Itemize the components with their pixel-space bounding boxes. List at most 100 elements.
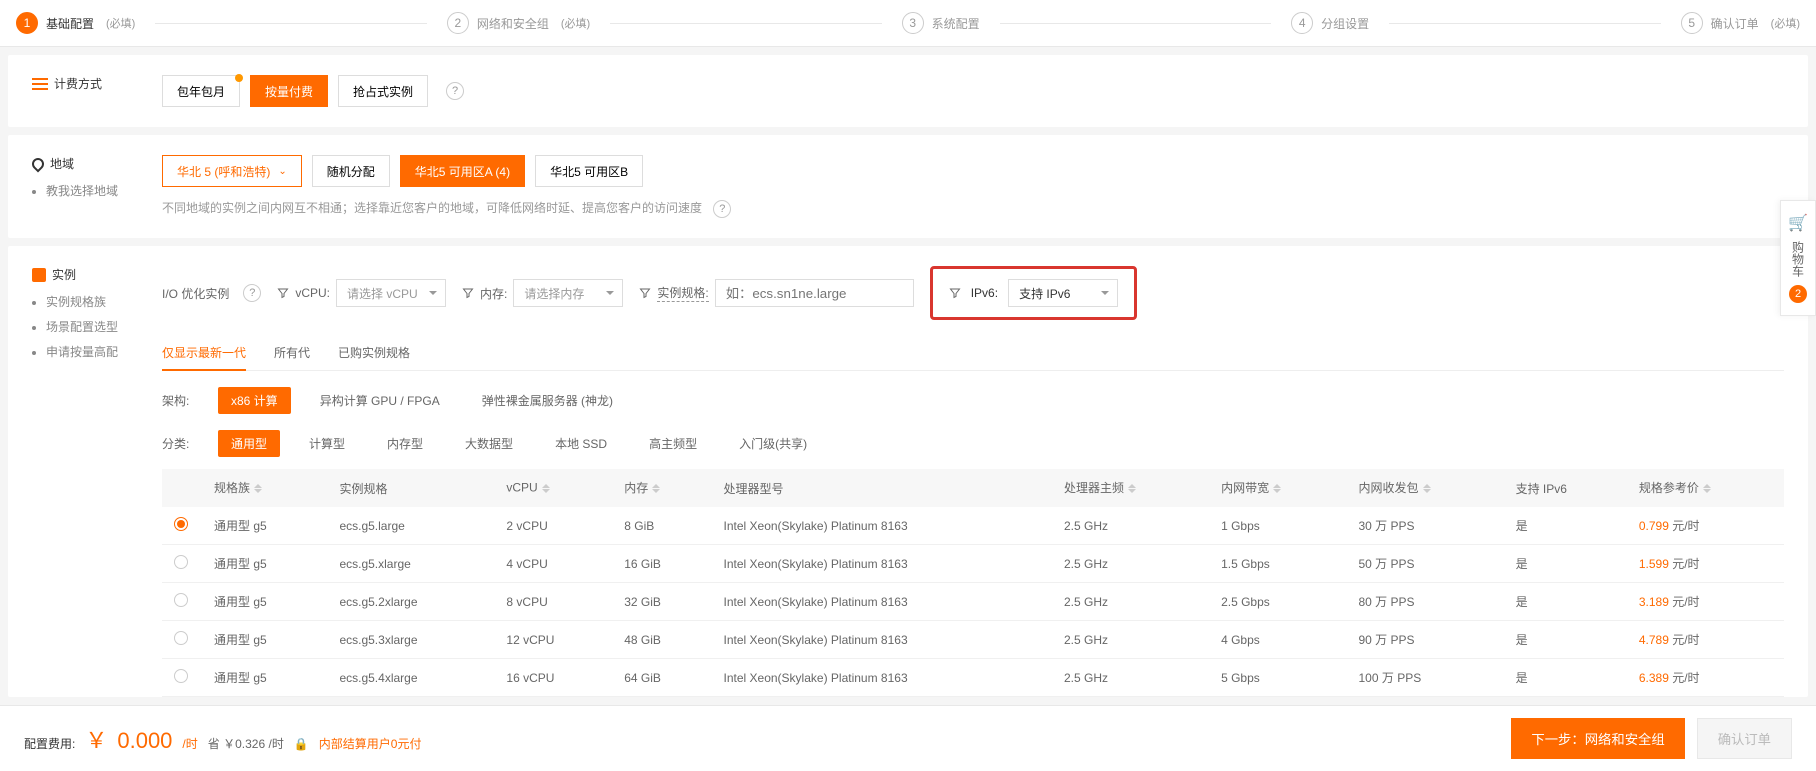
cat-memory[interactable]: 内存型 [374,430,436,457]
table-row[interactable]: 通用型 g5ecs.g5.3xlarge12 vCPU48 GiBIntel X… [162,621,1784,659]
cell-cpu-model: Intel Xeon(Skylake) Platinum 8163 [712,507,1052,545]
billing-option-spot[interactable]: 抢占式实例 [338,75,428,107]
cat-highfreq[interactable]: 高主频型 [636,430,710,457]
table-row[interactable]: 通用型 g5ecs.g5.xlarge4 vCPU16 GiBIntel Xeo… [162,545,1784,583]
cost-price: 0.000 [117,728,172,754]
region-card: 地域 教我选择地域 华北 5 (呼和浩特) ⌄ 随机分配 华北5 可用区A (4… [8,135,1808,238]
region-title: 地域 [32,155,142,172]
th-price[interactable]: 规格参考价 [1627,469,1784,507]
spec-filter-label: 实例规格: [657,284,708,302]
cost-label: 配置费用: [24,735,75,752]
wizard-step-2[interactable]: 2 网络和安全组 (必填) [447,12,590,34]
billing-option-payg[interactable]: 按量付费 [250,75,328,107]
step-label: 分组设置 [1321,15,1369,32]
arch-baremetal[interactable]: 弹性裸金属服务器 (神龙) [469,387,626,414]
instance-link-quota[interactable]: 申请按量高配 [46,343,142,360]
wizard-step-4[interactable]: 4 分组设置 [1291,12,1369,34]
table-row[interactable]: 通用型 g5ecs.g5.4xlarge16 vCPU64 GiBIntel X… [162,659,1784,697]
sort-icon [254,480,262,497]
internal-settlement-link[interactable]: 内部结算用户0元付 [319,735,422,752]
memory-filter-label: 内存: [480,285,507,302]
cell-family: 通用型 g5 [202,583,327,621]
sort-icon [1273,480,1281,497]
step-required: (必填) [1771,15,1800,31]
cell-ipv6: 是 [1504,583,1627,621]
cell-cpu-model: Intel Xeon(Skylake) Platinum 8163 [712,583,1052,621]
instance-card: 实例 实例规格族 场景配置选型 申请按量高配 I/O 优化实例 ? vCPU: … [8,246,1808,697]
th-cpu-freq[interactable]: 处理器主频 [1052,469,1209,507]
region-dropdown[interactable]: 华北 5 (呼和浩特) ⌄ [162,155,302,187]
cat-compute[interactable]: 计算型 [296,430,358,457]
cost-unit: /时 [182,735,197,752]
cell-mem: 16 GiB [612,545,711,583]
arch-gpu[interactable]: 异构计算 GPU / FPGA [307,387,453,414]
cat-localssd[interactable]: 本地 SSD [542,430,620,457]
instance-link-family[interactable]: 实例规格族 [46,293,142,310]
wizard-step-5[interactable]: 5 确认订单 (必填) [1681,12,1800,34]
help-icon[interactable]: ? [713,200,731,218]
step-number: 3 [902,12,924,34]
cart-panel[interactable]: 🛒 购物车 2 [1780,200,1816,316]
cell-bandwidth: 1 Gbps [1209,507,1346,545]
cell-bandwidth: 2.5 Gbps [1209,583,1346,621]
table-row[interactable]: 通用型 g5ecs.g5.large2 vCPU8 GiBIntel Xeon(… [162,507,1784,545]
row-radio[interactable] [174,631,188,645]
th-family[interactable]: 规格族 [202,469,327,507]
region-help-link[interactable]: 教我选择地域 [46,182,142,199]
instance-link-scene[interactable]: 场景配置选型 [46,318,142,335]
save-label: 省 ￥0.326 /时 [208,735,284,752]
th-vcpu[interactable]: vCPU [494,469,612,507]
cube-icon [32,268,46,282]
cell-cpu-freq: 2.5 GHz [1052,621,1209,659]
ipv6-select[interactable]: 支持 IPv6 [1008,279,1118,307]
ipv6-highlight-box: IPv6: 支持 IPv6 [930,266,1137,320]
sort-icon [652,480,660,497]
category-chips: 分类: 通用型 计算型 内存型 大数据型 本地 SSD 高主频型 入门级(共享) [162,430,1784,457]
next-button[interactable]: 下一步：网络和安全组 [1511,718,1684,759]
cell-price: 0.799 元/时 [1627,507,1784,545]
row-radio[interactable] [174,555,188,569]
cat-bigdata[interactable]: 大数据型 [452,430,526,457]
arch-x86[interactable]: x86 计算 [218,387,291,414]
th-mem[interactable]: 内存 [612,469,711,507]
cell-spec: ecs.g5.2xlarge [327,583,494,621]
cell-family: 通用型 g5 [202,545,327,583]
row-radio[interactable] [174,517,188,531]
help-icon[interactable]: ? [243,284,261,302]
zone-a[interactable]: 华北5 可用区A (4) [400,155,525,187]
tab-all-gen[interactable]: 所有代 [274,336,310,370]
row-radio[interactable] [174,593,188,607]
help-icon[interactable]: ? [446,82,464,100]
billing-option-subscription[interactable]: 包年包月 [162,75,240,107]
zone-b[interactable]: 华北5 可用区B [535,155,643,187]
cell-family: 通用型 g5 [202,507,327,545]
tab-latest-gen[interactable]: 仅显示最新一代 [162,336,246,371]
row-radio[interactable] [174,669,188,683]
cat-general[interactable]: 通用型 [218,430,280,457]
th-bandwidth[interactable]: 内网带宽 [1209,469,1346,507]
step-label: 基础配置 [46,15,94,32]
tab-purchased[interactable]: 已购实例规格 [338,336,410,370]
sort-icon [1703,480,1711,497]
spec-search-input[interactable] [715,279,914,307]
cell-cpu-freq: 2.5 GHz [1052,659,1209,697]
pin-icon [30,155,47,172]
wizard-sep [610,23,881,24]
cell-price: 3.189 元/时 [1627,583,1784,621]
th-spec: 实例规格 [327,469,494,507]
zone-random[interactable]: 随机分配 [312,155,390,187]
instance-title: 实例 [32,266,142,283]
billing-title-text: 计费方式 [54,75,102,92]
billing-title: 计费方式 [32,75,142,92]
step-label: 确认订单 [1711,15,1759,32]
wizard-step-3[interactable]: 3 系统配置 [902,12,980,34]
vcpu-select[interactable]: 请选择 vCPU [336,279,446,307]
wizard-step-1[interactable]: 1 基础配置 (必填) [16,12,135,34]
table-row[interactable]: 通用型 g5ecs.g5.2xlarge8 vCPU32 GiBIntel Xe… [162,583,1784,621]
cell-ipv6: 是 [1504,621,1627,659]
cat-entry[interactable]: 入门级(共享) [726,430,820,457]
memory-select[interactable]: 请选择内存 [513,279,623,307]
th-cpu-model: 处理器型号 [712,469,1052,507]
th-pps[interactable]: 内网收发包 [1347,469,1504,507]
cell-ipv6: 是 [1504,545,1627,583]
